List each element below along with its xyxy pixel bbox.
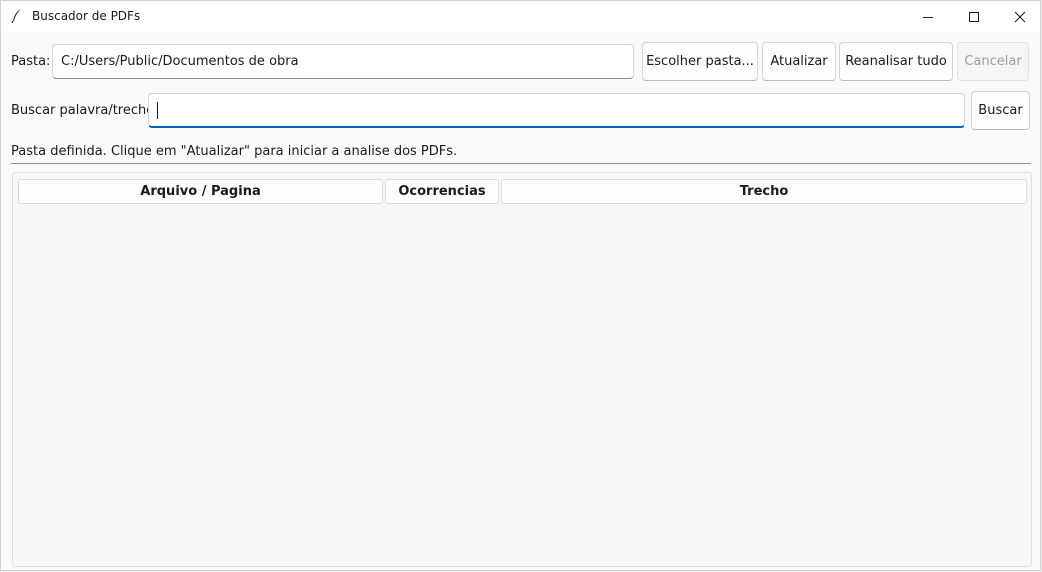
status-text: Pasta definida. Clique em "Atualizar" pa… bbox=[11, 144, 458, 159]
column-header-file-page[interactable]: Arquivo / Pagina bbox=[18, 179, 383, 204]
feather-icon bbox=[10, 8, 24, 24]
search-button[interactable]: Buscar bbox=[971, 91, 1030, 130]
cancel-button[interactable]: Cancelar bbox=[957, 42, 1029, 81]
refresh-button[interactable]: Atualizar bbox=[762, 42, 836, 81]
reanalyze-all-button[interactable]: Reanalisar tudo bbox=[839, 42, 953, 81]
close-icon[interactable] bbox=[997, 1, 1042, 32]
window-title: Buscador de PDFs bbox=[32, 9, 141, 23]
column-header-occurrences[interactable]: Ocorrencias bbox=[385, 179, 499, 204]
maximize-icon[interactable] bbox=[951, 1, 997, 32]
column-header-excerpt[interactable]: Trecho bbox=[501, 179, 1027, 204]
folder-label: Pasta: bbox=[11, 54, 51, 69]
search-label: Buscar palavra/trecho: bbox=[11, 103, 159, 118]
results-table[interactable]: Arquivo / Pagina Ocorrencias Trecho bbox=[12, 172, 1032, 567]
minimize-icon[interactable] bbox=[905, 1, 951, 32]
text-caret bbox=[157, 101, 158, 119]
app-window: Buscador de PDFs Pasta: C:/Users/Public/… bbox=[0, 0, 1041, 571]
title-bar[interactable]: Buscador de PDFs bbox=[1, 1, 1040, 32]
folder-path-field[interactable]: C:/Users/Public/Documentos de obra bbox=[52, 44, 634, 79]
separator bbox=[11, 163, 1031, 164]
search-input[interactable] bbox=[148, 93, 965, 128]
choose-folder-button[interactable]: Escolher pasta... bbox=[642, 42, 758, 81]
folder-path-value: C:/Users/Public/Documentos de obra bbox=[61, 54, 299, 69]
